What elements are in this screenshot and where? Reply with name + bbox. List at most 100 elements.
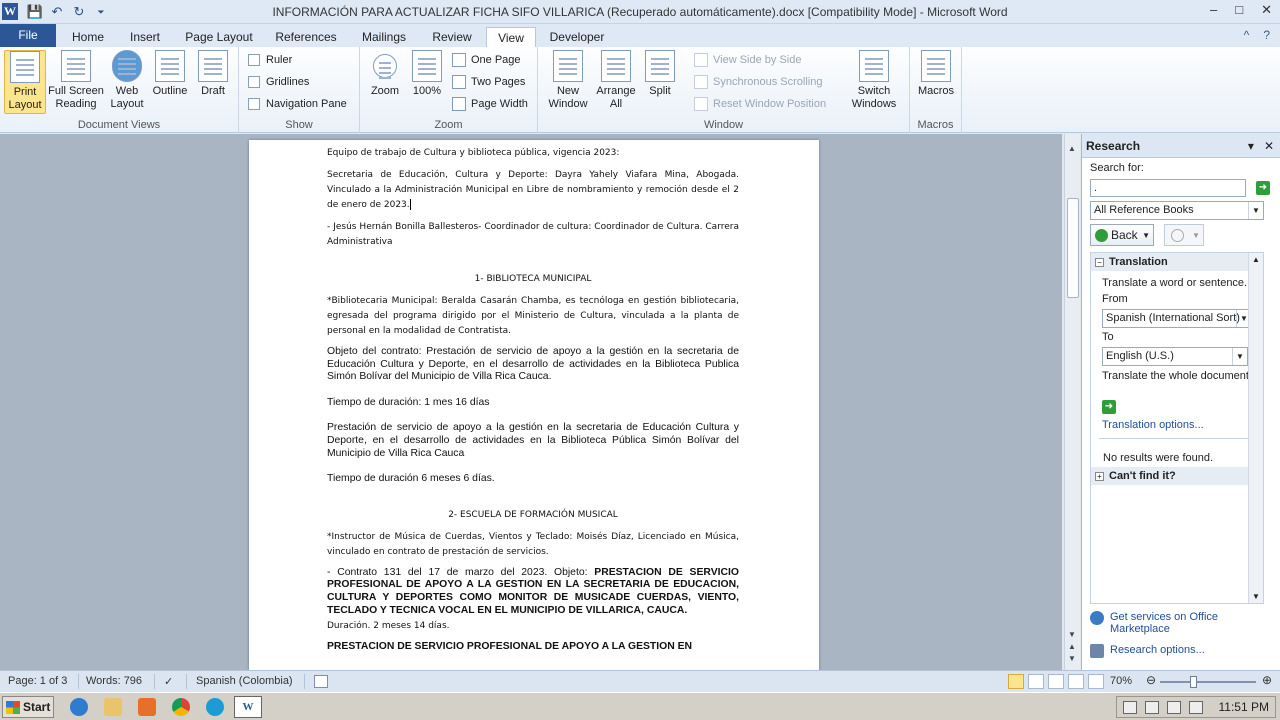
web-layout-button[interactable]: Web Layout	[108, 50, 146, 111]
switch-windows-button[interactable]: Switch Windows	[840, 50, 908, 111]
page-width-button[interactable]: Page Width	[452, 97, 528, 111]
proofing-icon[interactable]: ✓	[164, 675, 173, 688]
help-icon[interactable]: ?	[1263, 28, 1270, 42]
outline-view-icon[interactable]	[1068, 674, 1084, 689]
paragraph-objeto-contrato[interactable]: Objeto del contrato: Prestación de servi…	[327, 346, 739, 384]
expand-icon[interactable]: +	[1095, 471, 1104, 481]
reset-window-position-button[interactable]: Reset Window Position	[694, 97, 826, 111]
draft-view-icon[interactable]	[1088, 674, 1104, 689]
tab-insert[interactable]: Insert	[120, 27, 170, 47]
arrange-all-button[interactable]: Arrange All	[594, 50, 638, 111]
maximize-button[interactable]: □	[1235, 2, 1243, 18]
zoom-button[interactable]: Zoom	[368, 50, 402, 98]
tray-security-icon[interactable]	[1188, 700, 1203, 714]
synchronous-scrolling-button[interactable]: Synchronous Scrolling	[694, 75, 822, 89]
full-screen-reading-view-icon[interactable]	[1028, 674, 1044, 689]
print-layout-view-icon[interactable]	[1008, 674, 1024, 689]
paragraph-bibliotecaria[interactable]: *Bibliotecaria Municipal: Beralda Casará…	[327, 294, 739, 339]
tab-references[interactable]: References	[268, 27, 344, 47]
to-language-select[interactable]: English (U.S.) ▼	[1102, 347, 1248, 366]
file-explorer-icon[interactable]	[104, 698, 122, 716]
cant-find-section-header[interactable]: + Can't find it?	[1091, 467, 1253, 485]
tray-network-icon[interactable]	[1122, 700, 1137, 714]
pane-options-dropdown-icon[interactable]: ▾	[1248, 139, 1254, 153]
scroll-down-arrow-icon[interactable]: ▼	[1068, 630, 1076, 639]
zoom-slider[interactable]	[1160, 681, 1256, 683]
view-side-by-side-button[interactable]: View Side by Side	[694, 53, 801, 67]
forward-dropdown-icon[interactable]: ▼	[1192, 231, 1200, 240]
scrollbar-thumb[interactable]	[1067, 198, 1079, 298]
paragraph-prestacion[interactable]: Prestación de servicio de apoyo a la ges…	[327, 422, 739, 460]
chrome-icon[interactable]	[172, 698, 190, 716]
draft-button[interactable]: Draft	[194, 50, 232, 98]
start-button[interactable]: Start	[2, 696, 54, 718]
zoom-in-icon[interactable]: ⊕	[1262, 673, 1272, 687]
translation-section-header[interactable]: − Translation	[1091, 253, 1263, 271]
document-page[interactable]: Equipo de trabajo de Cultura y bibliotec…	[249, 140, 819, 670]
minimize-button[interactable]: –	[1210, 2, 1217, 18]
forward-button[interactable]: ▼	[1164, 224, 1204, 246]
get-services-link[interactable]: Get services on Office Marketplace	[1090, 611, 1250, 635]
heading-biblioteca[interactable]: 1- BIBLIOTECA MUNICIPAL	[327, 272, 739, 287]
internet-explorer-icon[interactable]	[70, 698, 88, 716]
results-scroll-up-icon[interactable]: ▲	[1252, 255, 1260, 264]
tab-page-layout[interactable]: Page Layout	[178, 27, 260, 47]
macro-recording-icon[interactable]	[314, 675, 328, 688]
heading-escuela-musical[interactable]: 2- ESCUELA DE FORMACIÓN MUSICAL	[327, 508, 739, 523]
tab-developer[interactable]: Developer	[542, 27, 612, 47]
tab-home[interactable]: Home	[62, 27, 114, 47]
page-count[interactable]: Page: 1 of 3	[8, 675, 67, 687]
minimize-ribbon-icon[interactable]: ^	[1244, 28, 1250, 42]
document-area[interactable]: Equipo de trabajo de Cultura y bibliotec…	[0, 134, 1062, 670]
paragraph-coordinador[interactable]: - Jesús Hernán Bonilla Ballesteros- Coor…	[327, 220, 739, 250]
paragraph-duracion-1[interactable]: Tiempo de duración: 1 mes 16 días	[327, 397, 739, 410]
previous-page-icon[interactable]: ▲	[1068, 642, 1076, 651]
back-dropdown-icon[interactable]: ▼	[1142, 231, 1150, 240]
word-count[interactable]: Words: 796	[86, 675, 142, 687]
close-button[interactable]: ✕	[1261, 2, 1272, 18]
tab-review[interactable]: Review	[424, 27, 480, 47]
results-scroll-down-icon[interactable]: ▼	[1252, 592, 1260, 601]
paragraph-secretaria[interactable]: Secretaria de Educación, Cultura y Depor…	[327, 168, 739, 213]
paragraph-instructor[interactable]: *Instructor de Música de Cuerdas, Viento…	[327, 530, 739, 560]
pane-close-icon[interactable]: ✕	[1264, 139, 1274, 153]
gridlines-checkbox[interactable]: Gridlines	[248, 76, 309, 88]
paragraph-duracion-3[interactable]: Duración. 2 meses 14 días.	[327, 619, 739, 634]
full-screen-reading-button[interactable]: Full Screen Reading	[48, 50, 104, 111]
scroll-up-arrow-icon[interactable]: ▲	[1068, 144, 1076, 153]
clock[interactable]: 11:51 PM	[1219, 700, 1269, 714]
macros-button[interactable]: Macros	[916, 50, 956, 98]
collapse-icon[interactable]: −	[1095, 257, 1104, 267]
edge-icon[interactable]	[206, 698, 224, 716]
split-button[interactable]: Split	[642, 50, 678, 98]
reference-source-select[interactable]: All Reference Books ▼	[1090, 201, 1264, 220]
start-search-arrow-icon[interactable]: ➜	[1256, 181, 1270, 195]
word-taskbar-button[interactable]: W	[234, 696, 262, 718]
outline-button[interactable]: Outline	[150, 50, 190, 98]
web-layout-view-icon[interactable]	[1048, 674, 1064, 689]
paragraph-duracion-2[interactable]: Tiempo de duración 6 meses 6 días.	[327, 473, 739, 486]
zoom-out-icon[interactable]: ⊖	[1146, 673, 1156, 687]
language-indicator[interactable]: Spanish (Colombia)	[196, 675, 293, 687]
back-button[interactable]: Back ▼	[1090, 224, 1154, 246]
print-layout-button[interactable]: Print Layout	[4, 50, 46, 114]
two-pages-button[interactable]: Two Pages	[452, 75, 525, 89]
research-results-scrollbar[interactable]: ▲ ▼	[1248, 253, 1263, 603]
paragraph-contrato-131[interactable]: - Contrato 131 del 17 de marzo del 2023.…	[327, 567, 739, 617]
translate-document-arrow-icon[interactable]: ➜	[1102, 400, 1116, 414]
tab-mailings[interactable]: Mailings	[352, 27, 416, 47]
translation-options-link[interactable]: Translation options...	[1102, 419, 1254, 432]
tray-volume-icon[interactable]	[1144, 700, 1159, 714]
research-search-input[interactable]: .	[1090, 179, 1246, 197]
zoom-slider-thumb[interactable]	[1190, 676, 1197, 688]
navigation-pane-checkbox[interactable]: Navigation Pane	[248, 98, 347, 110]
tray-action-center-icon[interactable]	[1166, 700, 1181, 714]
new-window-button[interactable]: New Window	[544, 50, 592, 111]
document-vertical-scrollbar[interactable]: ▲ ▼ ▲ ▼	[1064, 134, 1080, 670]
research-options-link[interactable]: Research options...	[1090, 644, 1205, 658]
paragraph-prestacion-2[interactable]: PRESTACION DE SERVICIO PROFESIONAL DE AP…	[327, 641, 739, 654]
next-page-icon[interactable]: ▼	[1068, 654, 1076, 663]
document-content[interactable]: Equipo de trabajo de Cultura y bibliotec…	[327, 146, 739, 661]
from-language-select[interactable]: Spanish (International Sort) ▼	[1102, 309, 1252, 328]
tab-file[interactable]: File	[0, 24, 56, 47]
